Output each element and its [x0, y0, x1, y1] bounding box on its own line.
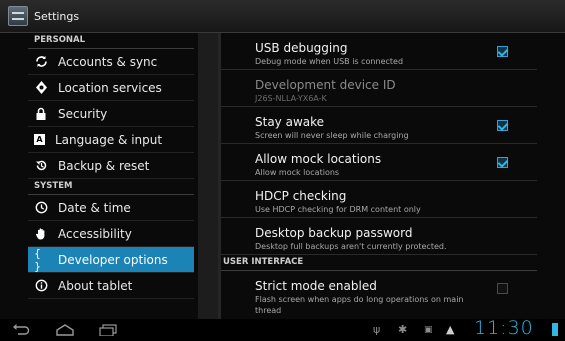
- sidebar-item-language-input[interactable]: A Language & input: [28, 127, 194, 153]
- status-clock: 11:30: [474, 317, 534, 339]
- sidebar-item-date-time[interactable]: Date & time: [28, 195, 194, 221]
- pref-title: Allow mock locations: [255, 152, 382, 166]
- clock-icon: [34, 201, 48, 215]
- pref-development-device-id: Development device ID J26S-NLLA-YX6A-K: [221, 70, 537, 107]
- location-icon: [34, 81, 48, 95]
- keyboard-icon: A: [34, 134, 45, 145]
- usb-icon: ψ: [373, 323, 381, 336]
- sidebar-item-accessibility[interactable]: Accessibility: [28, 221, 194, 247]
- panel-divider: [198, 33, 220, 319]
- sidebar-item-label: Accounts & sync: [58, 54, 158, 69]
- action-bar: Settings: [0, 0, 565, 33]
- pref-summary: J26S-NLLA-YX6A-K: [255, 94, 327, 103]
- pref-title: Strict mode enabled: [255, 279, 377, 293]
- back-icon[interactable]: [12, 324, 30, 336]
- settings-app-icon[interactable]: [8, 6, 28, 26]
- pref-title: USB debugging: [255, 41, 348, 55]
- sidebar-item-developer-options[interactable]: { } Developer options: [28, 247, 194, 273]
- system-bar: ψ ✱ ▣ ▲ 11:30: [0, 317, 565, 341]
- pref-title: Stay awake: [255, 115, 325, 129]
- sidebar-item-label: Accessibility: [58, 226, 132, 241]
- lock-icon: [34, 107, 48, 121]
- sidebar-item-location-services[interactable]: Location services: [28, 75, 194, 101]
- sidebar-item-security[interactable]: Security: [28, 101, 194, 127]
- pref-allow-mock-locations[interactable]: Allow mock locations Allow mock location…: [221, 144, 537, 181]
- pref-summary: Screen will never sleep while charging: [255, 131, 409, 140]
- sd-card-icon: ▣: [424, 325, 433, 335]
- sidebar-item-label: Location services: [58, 80, 162, 95]
- app-title: Settings: [34, 9, 80, 23]
- pref-usb-debugging[interactable]: USB debugging Debug mode when USB is con…: [221, 33, 537, 70]
- allow-mock-locations-checkbox[interactable]: [497, 157, 508, 168]
- pref-summary: Use HDCP checking for DRM content only: [255, 205, 421, 214]
- recent-apps-icon[interactable]: [99, 324, 117, 336]
- settings-sidebar: PERSONAL Accounts & sync Location servic…: [28, 33, 194, 319]
- pref-title: Development device ID: [255, 78, 396, 92]
- sidebar-header-personal: PERSONAL: [28, 33, 194, 49]
- info-icon: [34, 279, 48, 293]
- sidebar-item-label: Date & time: [58, 200, 131, 215]
- sidebar-item-label: Backup & reset: [58, 158, 150, 173]
- battery-icon: [552, 323, 558, 336]
- pref-desktop-backup-password[interactable]: Desktop backup password Desktop full bac…: [221, 218, 537, 255]
- strict-mode-checkbox[interactable]: [497, 283, 508, 294]
- sidebar-item-label: Developer options: [58, 252, 168, 267]
- sidebar-item-accounts-sync[interactable]: Accounts & sync: [28, 49, 194, 75]
- pref-title: Desktop backup password: [255, 226, 413, 240]
- pref-title: HDCP checking: [255, 189, 347, 203]
- sidebar-item-label: Language & input: [55, 132, 163, 147]
- sidebar-item-backup-reset[interactable]: Backup & reset: [28, 153, 194, 179]
- sidebar-item-label: Security: [58, 106, 108, 121]
- stay-awake-checkbox[interactable]: [497, 120, 508, 131]
- braces-icon: { }: [34, 246, 41, 273]
- sidebar-item-about-tablet[interactable]: About tablet: [28, 273, 194, 299]
- content-area: PERSONAL Accounts & sync Location servic…: [0, 33, 565, 319]
- pref-summary: Flash screen when apps do long operation…: [255, 295, 464, 315]
- pref-hdcp-checking[interactable]: HDCP checking Use HDCP checking for DRM …: [221, 181, 537, 218]
- debug-icon: ✱: [398, 323, 408, 336]
- usb-debugging-checkbox[interactable]: [497, 46, 508, 57]
- hand-icon: [34, 227, 48, 241]
- section-header-user-interface: USER INTERFACE: [221, 255, 537, 271]
- pref-summary: Debug mode when USB is connected: [255, 57, 404, 66]
- restore-icon: [34, 159, 48, 173]
- sidebar-item-label: About tablet: [58, 278, 133, 293]
- sync-icon: [34, 55, 48, 69]
- sidebar-header-system: SYSTEM: [28, 179, 194, 195]
- pref-stay-awake[interactable]: Stay awake Screen will never sleep while…: [221, 107, 537, 144]
- pref-strict-mode-enabled[interactable]: Strict mode enabled Flash screen when ap…: [221, 271, 537, 319]
- pref-summary: Desktop full backups aren't currently pr…: [255, 242, 447, 251]
- warning-icon: ▲: [446, 323, 455, 336]
- pref-summary: Allow mock locations: [255, 168, 340, 177]
- home-icon[interactable]: [56, 324, 74, 336]
- developer-options-list[interactable]: USB debugging Debug mode when USB is con…: [221, 33, 537, 319]
